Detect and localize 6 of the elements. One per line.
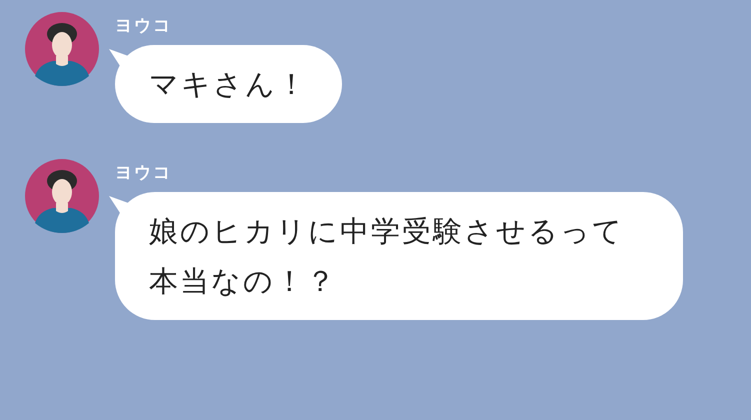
sender-name: ヨウコ bbox=[115, 15, 172, 37]
sender-name: ヨウコ bbox=[115, 162, 172, 184]
avatar-icon bbox=[25, 159, 99, 233]
message-text: マキさん！ bbox=[149, 66, 308, 103]
avatar-icon bbox=[25, 12, 99, 86]
message-text: 娘のヒカリに中学受験させるって本当なの！？ bbox=[149, 213, 625, 300]
